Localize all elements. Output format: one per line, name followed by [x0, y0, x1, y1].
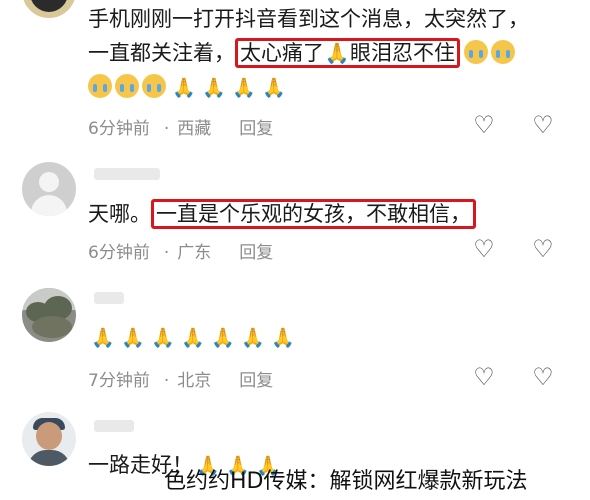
folded-hands-emoji-icon: 🙏	[232, 77, 256, 99]
watermark-caption: 色约约HD传媒：解锁网红爆款新玩法	[164, 469, 528, 494]
crying-face-emoji-icon	[142, 74, 166, 98]
username-blurred	[94, 292, 124, 304]
heart-icon[interactable]: ♡	[471, 236, 497, 262]
location: 北京	[177, 371, 212, 391]
username-blurred	[94, 168, 160, 180]
timestamp: 6分钟前	[88, 119, 150, 139]
crying-face-emoji-icon	[88, 74, 112, 98]
avatar[interactable]	[22, 412, 76, 466]
location: 广东	[177, 243, 212, 263]
comment-meta: 7分钟前 · 北京 回复	[88, 371, 274, 391]
avatar[interactable]	[22, 162, 76, 216]
avatar[interactable]	[22, 288, 76, 342]
comment-text-line-2: 一直都关注着， 太心痛了🙏眼泪忍不住	[88, 38, 518, 68]
folded-hands-emoji-icon: 🙏	[172, 77, 196, 99]
crying-face-emoji-icon	[115, 74, 139, 98]
folded-hands-emoji-icon: 🙏	[241, 327, 265, 349]
timestamp: 6分钟前	[88, 243, 150, 263]
folded-hands-emoji-icon: 🙏	[181, 327, 205, 349]
reply-button[interactable]: 回复	[239, 371, 273, 391]
broken-heart-icon[interactable]: ♡	[530, 236, 556, 262]
heart-icon[interactable]: ♡	[471, 112, 497, 138]
highlight-box: 太心痛了🙏眼泪忍不住	[235, 38, 460, 68]
folded-hands-emoji-icon: 🙏	[271, 327, 295, 349]
emoji-row: 🙏 🙏 🙏 🙏	[88, 72, 289, 103]
highlight-box: 一直是个乐观的女孩，不敢相信，	[151, 199, 476, 229]
comment-text-line-1: 手机刚刚一打开抖音看到这个消息，太突然了，	[88, 4, 529, 34]
comment-meta: 6分钟前 · 西藏 回复	[88, 119, 274, 139]
timestamp: 7分钟前	[88, 371, 150, 391]
folded-hands-emoji-icon: 🙏	[91, 327, 115, 349]
emoji-row: 🙏 🙏 🙏 🙏 🙏 🙏 🙏	[88, 322, 298, 353]
comment-text: 手机刚刚一打开抖音看到这个消息，太突然了，	[88, 7, 529, 31]
comment-text: 一直都关注着，	[88, 41, 235, 65]
comment-text-line: 天哪。 一直是个乐观的女孩，不敢相信，	[88, 199, 476, 229]
location: 西藏	[177, 119, 212, 139]
reply-button[interactable]: 回复	[239, 243, 273, 263]
crying-face-emoji-icon	[491, 40, 515, 64]
highlight-text: 太心痛了	[240, 41, 324, 65]
broken-heart-icon[interactable]: ♡	[530, 364, 556, 390]
reply-button[interactable]: 回复	[239, 119, 273, 139]
pray-emoji-icon: 🙏	[324, 41, 350, 65]
heart-icon[interactable]: ♡	[471, 364, 497, 390]
username-blurred	[94, 420, 134, 432]
folded-hands-emoji-icon: 🙏	[151, 327, 175, 349]
crying-face-emoji-icon	[464, 40, 488, 64]
highlight-text: 眼泪忍不住	[350, 41, 455, 65]
comment-meta: 6分钟前 · 广东 回复	[88, 243, 274, 263]
folded-hands-emoji-icon: 🙏	[202, 77, 226, 99]
avatar[interactable]	[22, 0, 76, 18]
folded-hands-emoji-icon: 🙏	[262, 77, 286, 99]
comment-text: 天哪。	[88, 202, 151, 226]
folded-hands-emoji-icon: 🙏	[211, 327, 235, 349]
folded-hands-emoji-icon: 🙏	[121, 327, 145, 349]
broken-heart-icon[interactable]: ♡	[530, 112, 556, 138]
